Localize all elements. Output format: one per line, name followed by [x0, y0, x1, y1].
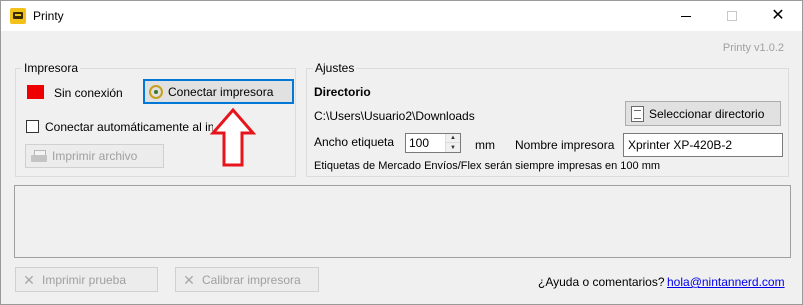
maximize-icon [727, 11, 737, 21]
printer-name-input[interactable] [623, 133, 783, 157]
label-width-stepper[interactable]: 100 ▲ ▼ [405, 133, 461, 153]
version-label: Printy v1.0.2 [722, 42, 784, 54]
wrench-icon: ✕ [183, 271, 195, 288]
stepper-down-icon[interactable]: ▼ [446, 143, 460, 152]
select-directory-label: Seleccionar directorio [649, 106, 765, 121]
test-print-button[interactable]: ✕ Imprimir prueba [15, 267, 158, 292]
plug-icon [149, 84, 163, 99]
settings-group-legend: Ajustes [313, 61, 357, 75]
close-icon: ✕ [771, 7, 785, 24]
select-directory-button[interactable]: Seleccionar directorio [625, 101, 781, 126]
output-log-area[interactable] [14, 185, 791, 258]
help-email-link[interactable]: hola@nintannerd.com [667, 275, 785, 289]
auto-connect-label[interactable]: Conectar automáticamente al inicio [45, 120, 213, 134]
stepper-buttons: ▲ ▼ [445, 134, 460, 152]
app-window: Printy ✕ Printy v1.0.2 Impresora Sin con… [0, 0, 803, 305]
connect-printer-button[interactable]: Conectar impresora [143, 79, 294, 104]
auto-connect-checkbox[interactable] [26, 120, 39, 133]
printer-name-label: Nombre impresora [515, 138, 615, 152]
title-bar[interactable]: Printy ✕ [1, 1, 802, 31]
window-title: Printy [33, 9, 64, 23]
stepper-up-icon[interactable]: ▲ [446, 134, 460, 143]
document-icon [631, 105, 644, 122]
close-button[interactable]: ✕ [755, 1, 801, 31]
test-print-label: Imprimir prueba [42, 272, 127, 287]
calibrate-printer-label: Calibrar impresora [202, 272, 301, 287]
calibrate-printer-button[interactable]: ✕ Calibrar impresora [175, 267, 319, 292]
print-file-label: Imprimir archivo [52, 149, 138, 163]
directory-heading: Directorio [314, 85, 371, 99]
connect-printer-label: Conectar impresora [168, 84, 274, 99]
label-width-label: Ancho etiqueta [314, 135, 395, 149]
wrench-icon: ✕ [23, 271, 35, 288]
directory-path: C:\Users\Usuario2\Downloads [314, 109, 475, 123]
print-file-button[interactable]: Imprimir archivo [25, 144, 164, 168]
label-width-unit: mm [475, 138, 495, 152]
printer-icon [31, 149, 47, 163]
help-text: ¿Ayuda o comentarios? [538, 275, 665, 289]
connection-status-indicator [27, 85, 44, 99]
annotation-up-arrow-icon [209, 107, 257, 167]
label-width-value[interactable]: 100 [409, 136, 429, 150]
printy-app-icon [10, 8, 26, 24]
maximize-button [709, 1, 755, 31]
connection-status-text: Sin conexión [54, 86, 123, 100]
label-size-note: Etiquetas de Mercado Envíos/Flex serán s… [314, 160, 661, 172]
minimize-button[interactable] [663, 1, 709, 31]
printer-group-legend: Impresora [22, 61, 81, 75]
minimize-icon [681, 15, 691, 17]
